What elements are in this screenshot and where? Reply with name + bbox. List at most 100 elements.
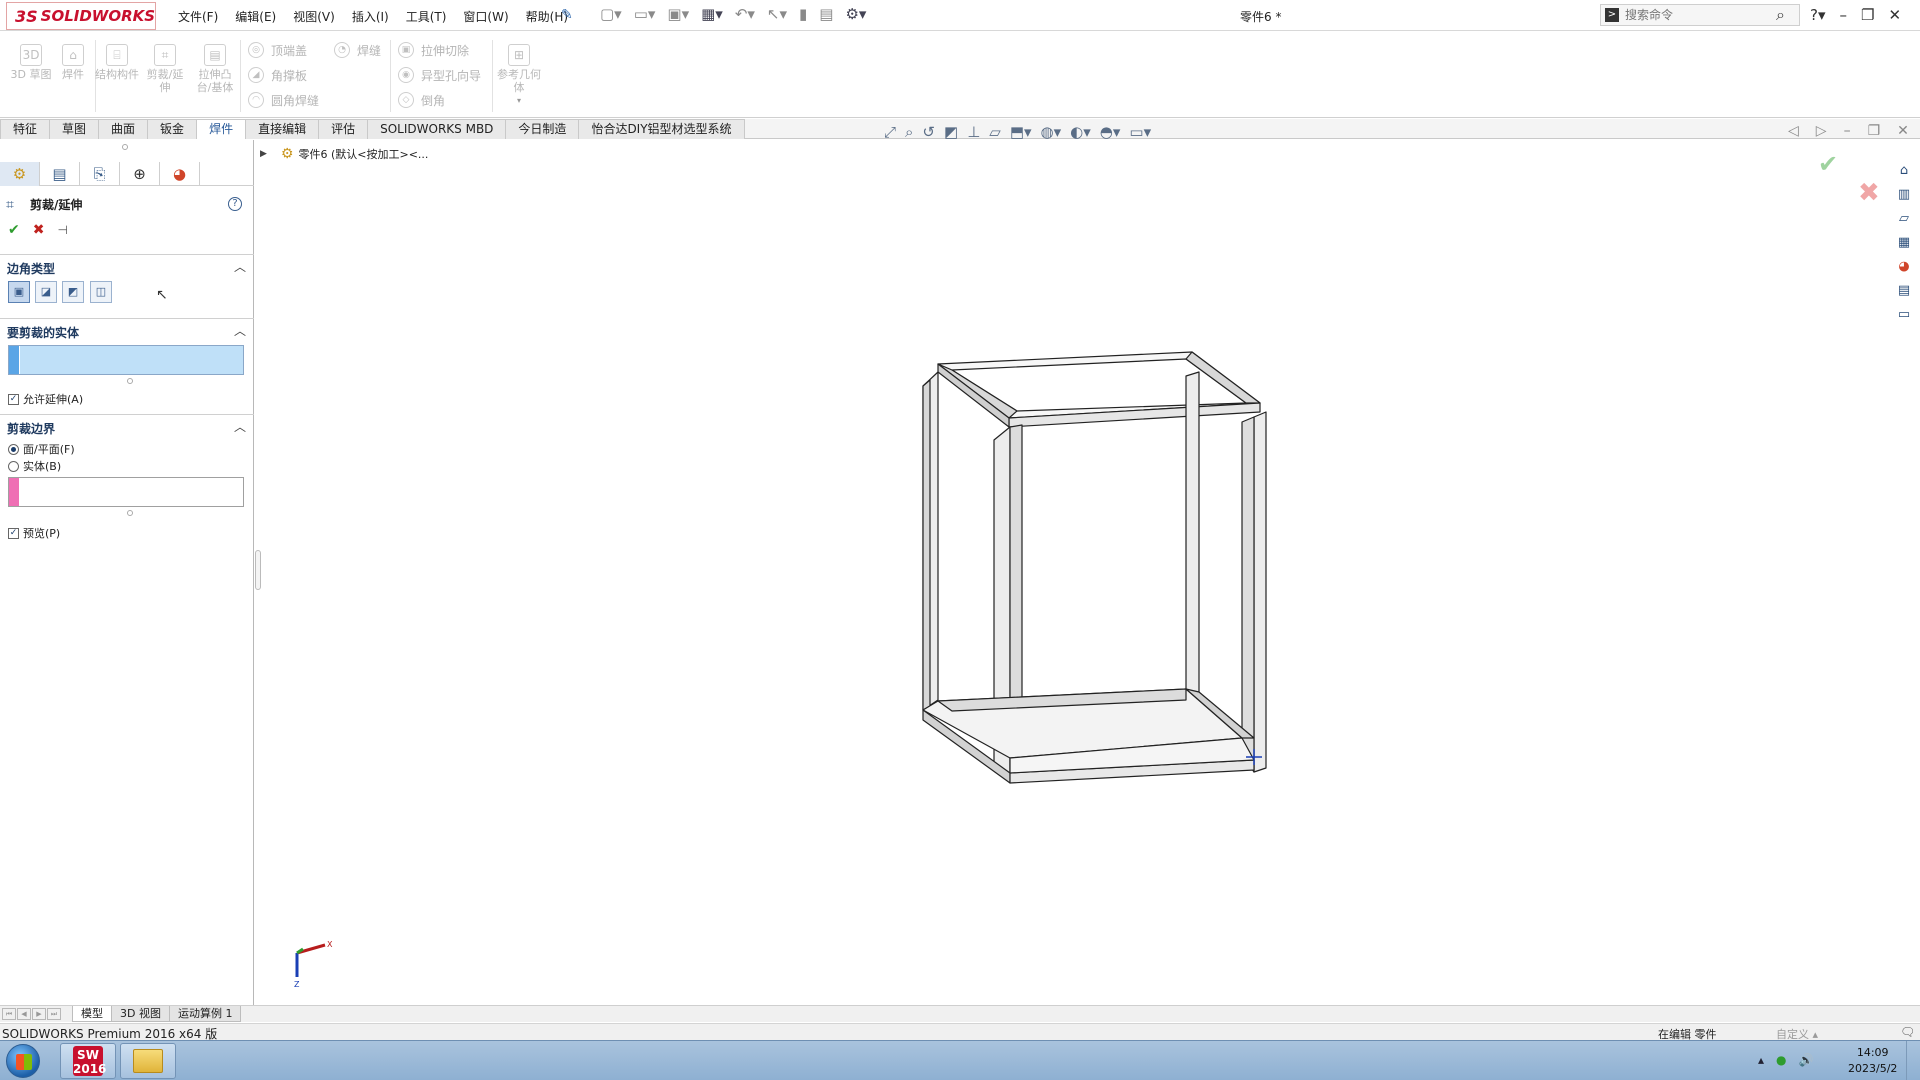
- show-hidden-icons-icon[interactable]: ▴: [1758, 1053, 1764, 1067]
- graphics-area[interactable]: [262, 140, 1877, 1008]
- edit-appearance-icon[interactable]: ◐▾: [1070, 123, 1091, 141]
- tab-model[interactable]: 模型: [72, 1006, 112, 1022]
- structural-member-button[interactable]: ⌸ 结构构件: [94, 44, 140, 81]
- corner-type-end-butt1-button[interactable]: ◩: [62, 281, 84, 303]
- system-clock[interactable]: 14:09 2023/5/2: [1848, 1045, 1897, 1077]
- tab-today-manufacturing[interactable]: 今日制造: [505, 119, 580, 139]
- view-settings-icon[interactable]: ▭▾: [1129, 123, 1151, 141]
- wechat-icon[interactable]: ●: [1776, 1053, 1786, 1067]
- allow-extension-checkbox[interactable]: ✓ 允许延伸(A): [8, 391, 83, 407]
- tab-aluminum-profile[interactable]: 怡合达DIY铝型材选型系统: [578, 119, 745, 139]
- hole-wizard-button[interactable]: ◉ 异型孔向导: [398, 65, 481, 85]
- pin-menu-icon[interactable]: ✎: [561, 7, 573, 23]
- fillet-bead-button[interactable]: ◠ 圆角焊缝: [248, 90, 319, 110]
- feature-tree-flyout[interactable]: ▶ ⚙ 零件6 (默认<按加工><...: [260, 146, 428, 162]
- front-right-post[interactable]: [1253, 411, 1267, 773]
- zoom-to-fit-icon[interactable]: ⤢: [884, 123, 896, 141]
- menu-edit[interactable]: 编辑(E): [235, 8, 276, 25]
- volume-icon[interactable]: 🔊: [1799, 1053, 1814, 1067]
- tab-motion-study[interactable]: 运动算例 1: [168, 1006, 242, 1022]
- taskbar-solidworks[interactable]: SW 2016: [60, 1043, 116, 1079]
- tab-mbd[interactable]: SOLIDWORKS MBD: [367, 119, 507, 139]
- help-icon[interactable]: ?▾: [1810, 6, 1826, 24]
- custom-properties-icon[interactable]: ▤: [1895, 282, 1913, 300]
- tab-sketch[interactable]: 草图: [49, 119, 100, 139]
- zoom-to-area-icon[interactable]: ⌕: [905, 123, 913, 141]
- quick-tips-icon[interactable]: 🗨: [1900, 1025, 1915, 1039]
- tab-evaluate[interactable]: 评估: [318, 119, 369, 139]
- next-tab-icon[interactable]: ▶: [32, 1008, 46, 1020]
- viewport-minimize-icon[interactable]: –: [1844, 123, 1851, 139]
- viewport-prev-icon[interactable]: ◁: [1788, 123, 1799, 139]
- tab-surfaces[interactable]: 曲面: [98, 119, 149, 139]
- list-resize-handle[interactable]: [127, 510, 133, 516]
- viewport-restore-icon[interactable]: ❐: [1868, 123, 1881, 139]
- dropdown-arrow-icon[interactable]: ▾: [495, 94, 543, 107]
- weld-bead-button[interactable]: ◔ 焊缝: [334, 40, 381, 60]
- view-orientation-icon[interactable]: ▱: [989, 123, 1001, 141]
- viewport-next-icon[interactable]: ▷: [1816, 123, 1827, 139]
- tab-sheet-metal[interactable]: 钣金: [147, 119, 198, 139]
- trim-extend-button[interactable]: ⌗ 剪裁/延伸: [142, 44, 188, 94]
- close-icon[interactable]: ✕: [1888, 6, 1901, 24]
- panel-splitter[interactable]: [254, 140, 262, 1008]
- menu-tools[interactable]: 工具(T): [406, 8, 447, 25]
- menu-insert[interactable]: 插入(I): [352, 8, 389, 25]
- first-tab-icon[interactable]: ⏮: [2, 1008, 16, 1020]
- display-style-icon[interactable]: ⬒▾: [1010, 123, 1032, 141]
- reference-geometry-button[interactable]: ⊞ 参考几何体 ▾: [495, 44, 543, 107]
- splitter-grip[interactable]: [255, 550, 261, 590]
- configuration-manager-tab[interactable]: ⎘: [80, 162, 120, 186]
- view-palette-icon[interactable]: ▦: [1895, 234, 1913, 252]
- selection-list[interactable]: [20, 478, 243, 506]
- search-icon[interactable]: ⌕: [1776, 5, 1785, 25]
- corner-type-end-trim-button[interactable]: ▣: [8, 281, 30, 303]
- body-radio[interactable]: 实体(B): [8, 458, 61, 474]
- rebuild-icon[interactable]: ▮: [799, 5, 807, 23]
- new-document-icon[interactable]: ▢▾: [600, 5, 622, 23]
- forum-icon[interactable]: ▭: [1895, 306, 1913, 324]
- restore-icon[interactable]: ❐: [1861, 6, 1874, 24]
- undo-icon[interactable]: ↶▾: [735, 5, 755, 23]
- feature-manager-tab[interactable]: ⚙: [0, 162, 40, 186]
- home-icon[interactable]: ⌂: [1895, 162, 1913, 180]
- menu-window[interactable]: 窗口(W): [463, 8, 508, 25]
- ok-checkmark-icon[interactable]: ✔: [8, 222, 20, 238]
- dimxpert-manager-tab[interactable]: ⊕: [120, 162, 160, 186]
- help-icon[interactable]: ?: [228, 197, 242, 211]
- list-resize-handle[interactable]: [127, 378, 133, 384]
- options-gear-icon[interactable]: ⚙▾: [845, 5, 866, 23]
- taskbar-file-explorer[interactable]: [120, 1043, 176, 1079]
- dynamic-annotation-icon[interactable]: ⊥: [967, 123, 980, 141]
- preview-checkbox[interactable]: ✓ 预览(P): [8, 525, 60, 541]
- tab-features[interactable]: 特征: [0, 119, 51, 139]
- expand-arrow-icon[interactable]: ▶: [260, 149, 267, 159]
- apply-scene-icon[interactable]: ◓▾: [1100, 123, 1121, 141]
- collapse-chevron-icon[interactable]: ︿: [234, 418, 246, 435]
- back-right-post[interactable]: [1185, 371, 1200, 693]
- minimize-icon[interactable]: –: [1840, 6, 1848, 24]
- start-button[interactable]: [6, 1044, 40, 1078]
- tab-direct-editing[interactable]: 直接编辑: [245, 119, 320, 139]
- design-library-icon[interactable]: ▥: [1895, 186, 1913, 204]
- select-icon[interactable]: ↖▾: [767, 5, 787, 23]
- menu-file[interactable]: 文件(F): [178, 8, 218, 25]
- end-cap-button[interactable]: ◎ 顶端盖: [248, 40, 307, 60]
- bodies-to-trim-selection-box[interactable]: [8, 345, 244, 375]
- corner-type-end-miter-button[interactable]: ◪: [35, 281, 57, 303]
- gusset-button[interactable]: ◢ 角撑板: [248, 65, 307, 85]
- file-explorer-icon[interactable]: ▱: [1895, 210, 1913, 228]
- section-view-icon[interactable]: ◩: [944, 123, 958, 141]
- keep-visible-pin-icon[interactable]: ⊣: [57, 223, 67, 237]
- corner-type-end-butt2-button[interactable]: ◫: [90, 281, 112, 303]
- trim-boundary-selection-box[interactable]: [8, 477, 244, 507]
- extruded-cut-button[interactable]: ▣ 拉伸切除: [398, 40, 469, 60]
- hide-show-items-icon[interactable]: ◍▾: [1041, 123, 1062, 141]
- open-document-icon[interactable]: ▭▾: [634, 5, 656, 23]
- display-manager-tab[interactable]: ◕: [160, 162, 200, 186]
- cancel-x-icon[interactable]: ✖: [33, 222, 45, 238]
- menu-view[interactable]: 视图(V): [293, 8, 335, 25]
- prev-tab-icon[interactable]: ◀: [17, 1008, 31, 1020]
- confirm-ok-icon[interactable]: ✔: [1818, 150, 1838, 178]
- solidworks-logo[interactable]: 3S SOLIDWORKS: [6, 2, 156, 30]
